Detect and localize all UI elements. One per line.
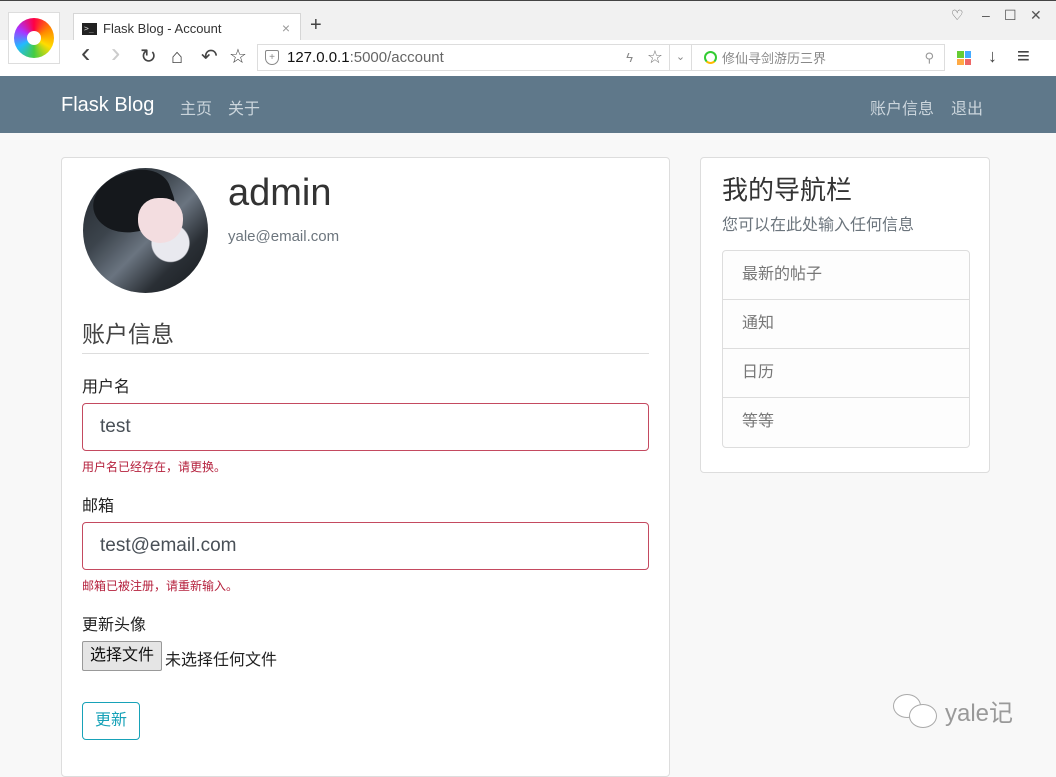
username-field[interactable]: test [82,403,649,451]
email-error: 邮箱已被注册，请重新输入。 [82,579,239,593]
sidebar-item-etc[interactable]: 等等 [723,398,969,447]
tab-close-icon[interactable]: × [282,20,290,36]
address-bar[interactable]: + 127.0.0.1 :5000/account ϟ ☆ ⌄ [257,44,692,71]
bookmark-icon[interactable]: ☆ [229,46,247,68]
maximize-button[interactable]: ☐ [1004,7,1017,24]
undo-button[interactable]: ↶ [201,46,218,68]
reload-button[interactable]: ↻ [140,46,157,68]
url-path: :5000/account [349,49,444,66]
nav-link-about[interactable]: 关于 [228,95,260,119]
search-placeholder: 修仙寻剑游历三界 [722,51,827,66]
username-error: 用户名已经存在，请更换。 [82,460,227,474]
terminal-favicon-icon: >_ [82,22,97,35]
browser-logo[interactable] [8,12,60,64]
search-engine-icon [704,51,717,64]
lightning-icon[interactable]: ϟ [626,50,633,65]
sidebar-item-calendar[interactable]: 日历 [723,349,969,398]
choose-file-button[interactable]: 选择文件 [82,641,163,671]
security-shield-icon: + [265,50,279,65]
tab-title: Flask Blog - Account [103,21,222,36]
username-label: 用户名 [82,379,131,396]
account-card: admin yale@email.com 账户信息 用户名 test 用户名已经… [61,157,670,777]
sidebar-item-notifications[interactable]: 通知 [723,300,969,349]
profile-username: admin [228,172,332,214]
url-host: 127.0.0.1 [287,49,350,66]
sidebar-list: 最新的帖子 通知 日历 等等 [722,250,970,448]
email-label: 邮箱 [82,498,115,515]
close-window-button[interactable]: ✕ [1030,7,1042,24]
browser-logo-icon [14,18,54,58]
brand-link[interactable]: Flask Blog [61,94,154,117]
watermark: yale记 [893,693,1013,728]
sidebar-item-latest-posts[interactable]: 最新的帖子 [723,251,969,300]
site-navbar: Flask Blog 主页 关于 账户信息 退出 [0,76,1056,133]
browser-titlebar: >_ Flask Blog - Account × + ♡ – ☐ ✕ [0,0,1056,43]
browser-tab[interactable]: >_ Flask Blog - Account × [73,13,301,43]
search-icon[interactable]: ⚲ [924,50,934,66]
back-button[interactable]: ‹ [81,39,90,67]
avatar [83,168,208,293]
browser-toolbar: ‹ › ↻ ⌂ ↶ ☆ + 127.0.0.1 :5000/account ϟ … [0,39,1056,76]
avatar-upload-label: 更新头像 [82,617,147,634]
skin-icon[interactable]: ♡ [951,7,964,24]
minimize-button[interactable]: – [982,7,990,23]
update-button[interactable]: 更新 [82,702,140,740]
sidebar-card: 我的导航栏 您可以在此处输入任何信息 最新的帖子 通知 日历 等等 [700,157,990,473]
watermark-text: yale记 [945,700,1014,727]
sidebar-subtitle: 您可以在此处输入任何信息 [722,217,915,234]
nav-link-home[interactable]: 主页 [180,95,212,119]
search-input[interactable]: 修仙寻剑游历三界 ⚲ [692,44,945,71]
chevron-down-icon[interactable]: ⌄ [669,45,691,70]
file-status: 未选择任何文件 [165,652,278,669]
home-button[interactable]: ⌂ [171,46,183,68]
apps-icon[interactable] [957,51,971,65]
wechat-icon [893,693,939,728]
email-field[interactable]: test@email.com [82,522,649,570]
new-tab-button[interactable]: + [310,14,322,37]
star-icon[interactable]: ☆ [647,47,663,68]
nav-link-logout[interactable]: 退出 [951,95,983,119]
menu-icon[interactable]: ≡ [1017,43,1030,69]
profile-email: yale@email.com [228,228,340,245]
form-legend: 账户信息 [82,315,649,354]
sidebar-title: 我的导航栏 [722,175,853,205]
download-icon[interactable]: ↓ [988,46,997,67]
forward-button[interactable]: › [111,39,120,67]
nav-link-account[interactable]: 账户信息 [870,95,934,119]
